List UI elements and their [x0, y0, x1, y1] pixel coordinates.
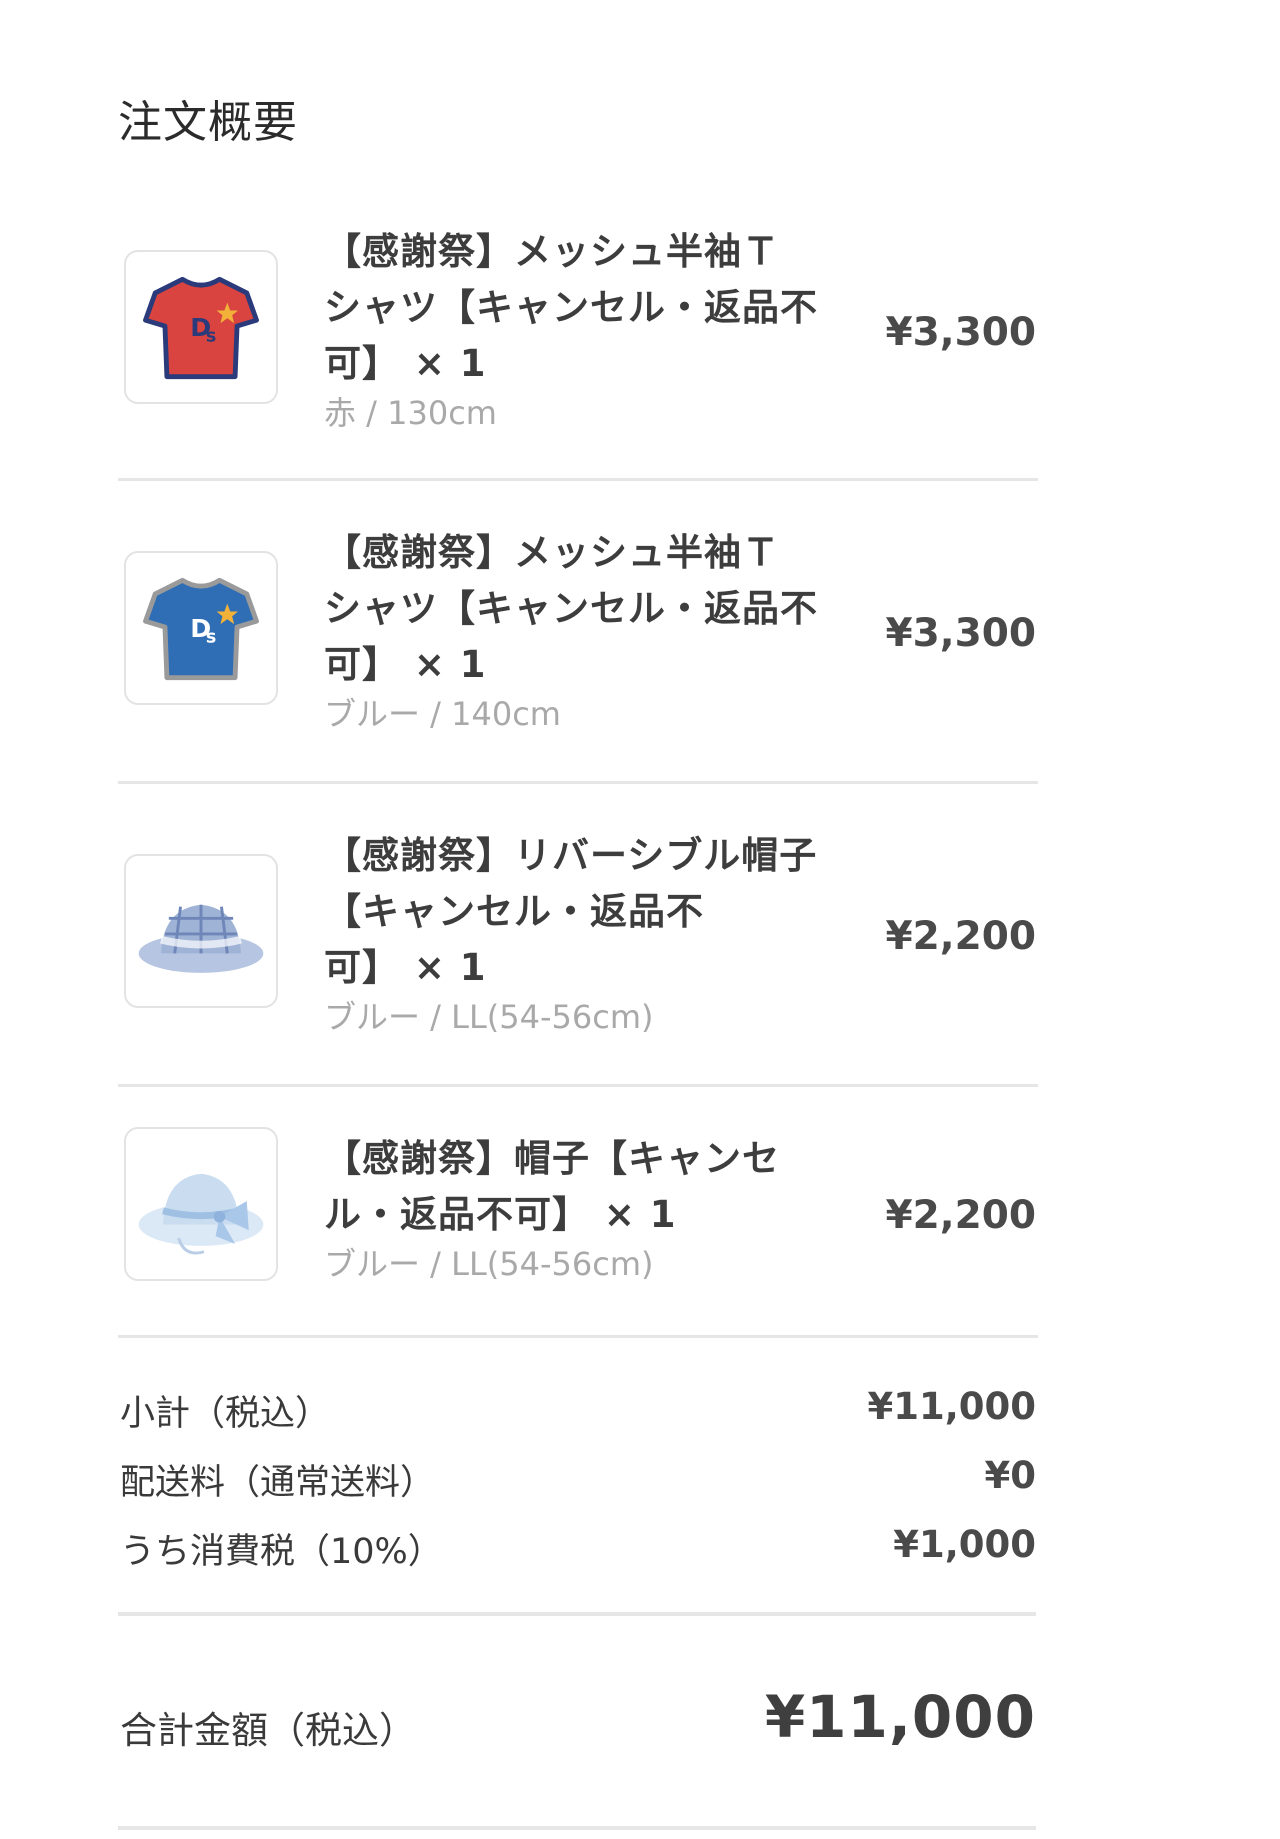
total-label: 合計金額（税込）: [120, 1709, 416, 1752]
order-item-list: D s 【感謝祭】メッシュ半袖Ｔ シャツ【キャンセル・返品不 可】 × 1 赤 / …: [118, 210, 1038, 1338]
shipping-label: 配送料（通常送料）: [120, 1463, 436, 1503]
item-variant: ブルー / 140cm: [324, 695, 561, 733]
shipping-row: 配送料（通常送料） ¥0: [118, 1454, 1036, 1523]
product-thumbnail-plaid-bucket-hat[interactable]: [124, 854, 278, 1008]
tax-value: ¥1,000: [893, 1523, 1036, 1566]
item-name: 【感謝祭】リバーシブル帽子 【キャンセル・返品不 可】 × 1: [324, 834, 818, 989]
total-value: ¥11,000: [764, 1683, 1036, 1751]
subtotal-row: 小計（税込） ¥11,000: [118, 1385, 1036, 1454]
subtotal-label: 小計（税込）: [120, 1394, 331, 1434]
svg-text:s: s: [206, 628, 216, 648]
ribbon-hat-icon: [138, 1173, 264, 1255]
tax-row: うち消費税（10%） ¥1,000: [118, 1523, 1036, 1592]
product-thumbnail-ribbon-bucket-hat[interactable]: [124, 1127, 278, 1281]
order-item: D s 【感謝祭】メッシュ半袖Ｔ シャツ【キャンセル・返品不 可】 × 1 ブルー …: [118, 481, 1038, 784]
item-name: 【感謝祭】メッシュ半袖Ｔ シャツ【キャンセル・返品不 可】 × 1: [324, 531, 818, 686]
item-name: 【感謝祭】メッシュ半袖Ｔ シャツ【キャンセル・返品不 可】 × 1: [324, 230, 818, 385]
shipping-value: ¥0: [984, 1454, 1037, 1497]
svg-text:s: s: [206, 327, 216, 347]
page-title: 注文概要: [118, 97, 298, 148]
item-variant: ブルー / LL(54-56cm): [324, 1245, 654, 1283]
tshirt-icon: D s: [143, 276, 259, 380]
item-variant: 赤 / 130cm: [324, 394, 497, 432]
item-price: ¥3,300: [885, 611, 1037, 656]
order-item: 【感謝祭】帽子【キャンセ ル・返品不可】 × 1 ブルー / LL(54-56cm…: [118, 1087, 1038, 1338]
item-variant: ブルー / LL(54-56cm): [324, 998, 654, 1036]
bottom-divider: [118, 1826, 1036, 1830]
order-item: 【感謝祭】リバーシブル帽子 【キャンセル・返品不 可】 × 1 ブルー / LL(5…: [118, 784, 1038, 1087]
tax-label: うち消費税（10%）: [120, 1532, 443, 1572]
summary-divider: [118, 1612, 1036, 1616]
price-summary: 小計（税込） ¥11,000 配送料（通常送料） ¥0 うち消費税（10%） ¥…: [118, 1385, 1036, 1592]
item-price: ¥2,200: [885, 1193, 1037, 1238]
product-thumbnail-red-tshirt[interactable]: D s: [124, 250, 278, 404]
subtotal-value: ¥11,000: [867, 1385, 1036, 1428]
item-price: ¥3,300: [885, 310, 1037, 355]
bucket-hat-icon: [138, 904, 264, 973]
item-name: 【感謝祭】帽子【キャンセ ル・返品不可】 × 1: [324, 1137, 780, 1236]
product-thumbnail-blue-tshirt[interactable]: D s: [124, 551, 278, 705]
order-item: D s 【感謝祭】メッシュ半袖Ｔ シャツ【キャンセル・返品不 可】 × 1 赤 / …: [118, 210, 1038, 481]
tshirt-icon: D s: [143, 577, 259, 681]
item-price: ¥2,200: [885, 914, 1037, 959]
